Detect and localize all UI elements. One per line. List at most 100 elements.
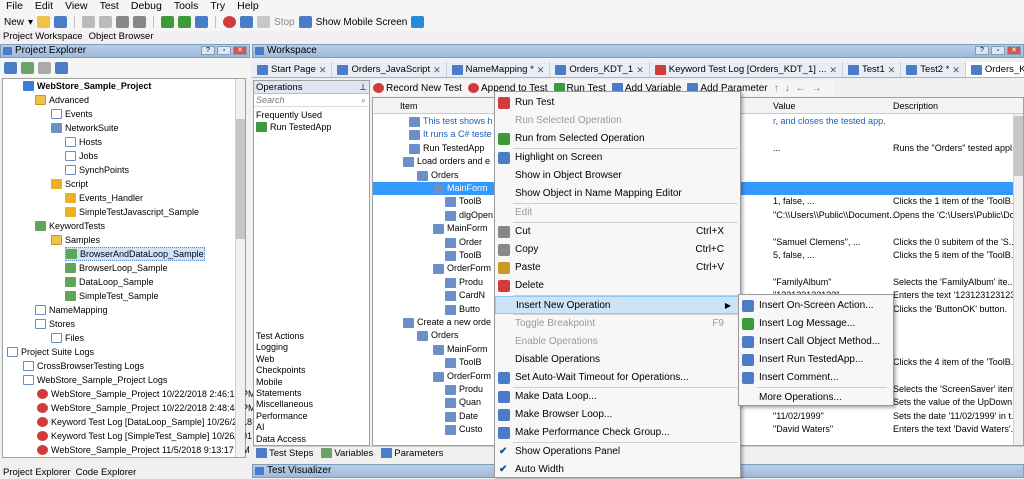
submenu-item[interactable]: Insert On-Screen Action... — [739, 297, 893, 315]
submenu-item[interactable]: Insert Comment... — [739, 369, 893, 387]
close-tab-icon[interactable]: ✕ — [952, 63, 960, 77]
operations-category[interactable]: AI — [256, 422, 313, 433]
operations-search-input[interactable]: Search ⌕ — [254, 94, 369, 107]
tab-object-browser[interactable]: Object Browser — [89, 31, 154, 43]
tab-code-explorer[interactable]: Code Explorer — [76, 467, 137, 478]
stop-icon[interactable] — [257, 16, 271, 28]
cut-toolbar-icon[interactable] — [116, 16, 130, 28]
tree-item[interactable]: Events_Handler — [65, 191, 143, 205]
tree-item[interactable]: KeywordTests — [35, 219, 105, 233]
menu-help[interactable]: Help — [237, 0, 259, 13]
properties-icon[interactable] — [38, 62, 51, 74]
tree-item[interactable]: WebStore_Sample_Project 10/22/2018 2:46:… — [37, 387, 255, 401]
save-icon[interactable] — [54, 16, 68, 28]
operations-category[interactable]: Data Access — [256, 434, 313, 445]
tree-item[interactable]: Files — [51, 331, 84, 345]
record-icon[interactable] — [223, 16, 237, 28]
operations-category[interactable]: Mobile — [256, 377, 313, 388]
menu-try[interactable]: Try — [210, 0, 225, 13]
tree-item[interactable]: Jobs — [65, 149, 98, 163]
close-tab-icon[interactable]: ✕ — [888, 63, 896, 77]
record-new-test-button[interactable]: Record New Test — [373, 83, 462, 94]
tab-variables[interactable]: Variables — [321, 448, 373, 459]
close-tab-icon[interactable]: ✕ — [319, 63, 327, 77]
help-button[interactable]: ? — [975, 46, 989, 55]
redo-icon[interactable] — [99, 16, 113, 28]
context-menu-item[interactable]: Make Data Loop... — [495, 388, 740, 406]
workspace-tab[interactable]: Start Page ✕ — [252, 62, 333, 77]
tree-item[interactable]: CrossBrowserTesting Logs — [23, 359, 144, 373]
close-tab-icon[interactable]: ✕ — [829, 63, 837, 77]
keyword-icon[interactable] — [240, 16, 254, 28]
grid-scrollbar-thumb[interactable] — [1014, 116, 1023, 176]
workspace-tab[interactable]: Orders_KDT✕ — [965, 62, 1024, 77]
item-column-header[interactable]: Item — [400, 101, 418, 111]
pin-button[interactable]: ▫ — [217, 46, 231, 55]
operations-category[interactable]: Test Actions — [256, 331, 313, 342]
tree-item[interactable]: Hosts — [65, 135, 102, 149]
new-button[interactable]: New — [4, 17, 24, 28]
tree-item[interactable]: Keyword Test Log [DataLoop_Sample] 10/26… — [37, 415, 252, 429]
context-menu-item[interactable]: Show in Object Browser — [495, 167, 740, 185]
tree-item[interactable]: WebStore_Sample_Project Logs — [23, 373, 167, 387]
context-menu-item[interactable]: Disable Operations — [495, 351, 740, 369]
grid-scrollbar[interactable] — [1013, 114, 1023, 445]
context-menu-item[interactable]: Run Test — [495, 94, 740, 112]
menu-file[interactable]: File — [6, 0, 23, 13]
undo-icon[interactable] — [82, 16, 96, 28]
context-menu-item[interactable]: Cut Ctrl+X — [495, 223, 740, 241]
context-menu-item[interactable]: ✔ Auto Width — [495, 461, 740, 479]
tab-project-explorer[interactable]: Project Explorer — [3, 467, 71, 478]
refresh-icon[interactable] — [411, 16, 425, 28]
tree-item[interactable]: NetworkSuite — [51, 121, 119, 135]
operations-category[interactable]: Miscellaneous — [256, 399, 313, 410]
tab-test-steps[interactable]: Test Steps — [256, 448, 313, 459]
workspace-tab[interactable]: NameMapping * ✕ — [447, 62, 551, 77]
submenu-item[interactable]: More Operations... — [739, 389, 893, 407]
move-right-icon[interactable]: → — [812, 83, 822, 94]
stop-button[interactable]: Stop — [274, 17, 295, 28]
submenu-item[interactable]: Insert Run TestedApp... — [739, 351, 893, 369]
tree-item[interactable]: Keyword Test Log [SimpleTest_Sample] 10/… — [37, 429, 252, 443]
tree-item[interactable]: NameMapping — [35, 303, 108, 317]
operations-category[interactable]: Performance — [256, 411, 313, 422]
tree-item[interactable]: SimpleTest_Sample — [65, 289, 159, 303]
menu-debug[interactable]: Debug — [131, 0, 162, 13]
operations-category[interactable]: Web — [256, 354, 313, 365]
add-icon[interactable] — [4, 62, 17, 74]
tree-item[interactable]: WebStore_Sample_Project 11/5/2018 9:13:1… — [37, 443, 250, 457]
search-icon[interactable]: ⌕ — [361, 94, 366, 107]
context-menu-item[interactable]: Paste Ctrl+V — [495, 259, 740, 277]
tree-item[interactable]: SynchPoints — [65, 163, 129, 177]
workspace-tab[interactable]: Test1 ✕ — [843, 62, 902, 77]
context-menu-item[interactable]: Set Auto-Wait Timeout for Operations... — [495, 369, 740, 387]
close-tab-icon[interactable]: ✕ — [433, 63, 441, 77]
move-down-icon[interactable]: ↓ — [785, 83, 790, 94]
context-menu-item[interactable]: Show Object in Name Mapping Editor — [495, 185, 740, 203]
tree-item[interactable]: BrowserAndDataLoop_Sample — [65, 247, 205, 261]
copy-toolbar-icon[interactable] — [133, 16, 147, 28]
value-column-header[interactable]: Value — [773, 101, 795, 111]
tree-item[interactable]: Advanced — [35, 93, 89, 107]
context-menu-item[interactable]: Copy Ctrl+C — [495, 241, 740, 259]
add-existing-icon[interactable] — [21, 62, 34, 74]
context-menu-item[interactable]: Delete — [495, 277, 740, 295]
tree-item[interactable]: Stores — [35, 317, 75, 331]
operations-category[interactable]: Logging — [256, 342, 313, 353]
tree-scrollbar[interactable] — [235, 79, 245, 457]
move-up-icon[interactable]: ↑ — [774, 83, 779, 94]
tree-scrollbar-thumb[interactable] — [236, 119, 245, 239]
context-menu-item[interactable]: Highlight on Screen — [495, 149, 740, 167]
menu-view[interactable]: View — [65, 0, 88, 13]
context-menu-item[interactable]: Insert New Operation ▶ — [495, 296, 740, 314]
operations-category[interactable]: Checkpoints — [256, 365, 313, 376]
context-menu-item[interactable]: Make Browser Loop... — [495, 406, 740, 424]
menu-tools[interactable]: Tools — [174, 0, 199, 13]
pin-button[interactable]: ▫ — [991, 46, 1005, 55]
tree-item[interactable]: BrowserLoop_Sample — [65, 261, 168, 275]
workspace-tab[interactable]: Keyword Test Log [Orders_KDT_1] ... ✕ — [650, 62, 844, 77]
mobile-icon[interactable] — [298, 16, 312, 28]
workspace-tab[interactable]: Orders_JavaScript ✕ — [332, 62, 447, 77]
show-mobile-screen-button[interactable]: Show Mobile Screen — [316, 17, 408, 28]
tab-parameters[interactable]: Parameters — [381, 448, 443, 459]
